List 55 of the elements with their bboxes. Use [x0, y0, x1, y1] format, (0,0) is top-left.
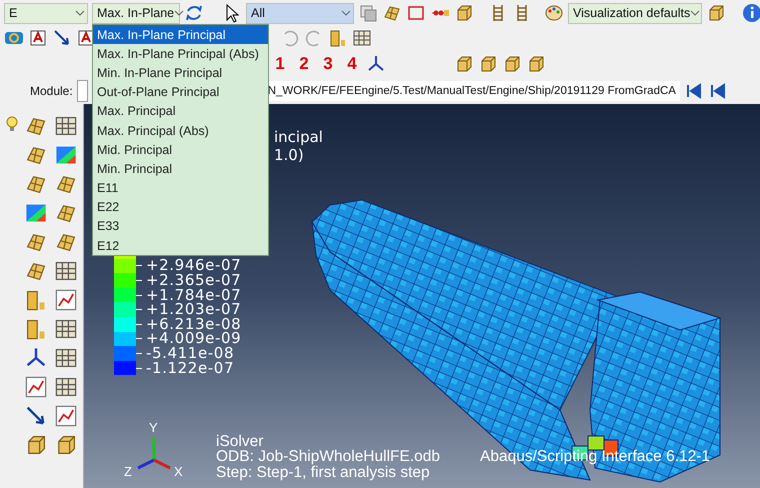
menu-item[interactable]: Max. Principal (Abs): [93, 120, 268, 140]
menu-item[interactable]: E11: [93, 178, 268, 198]
module-spinner[interactable]: [76, 80, 88, 102]
view-number[interactable]: 2: [294, 54, 314, 74]
dropdown-caret-icon: [174, 8, 184, 18]
grid-icon[interactable]: [54, 259, 78, 283]
menu-item[interactable]: E33: [93, 216, 268, 236]
view-number[interactable]: 4: [342, 54, 362, 74]
legend-value: +1.203e-07: [146, 302, 242, 318]
legend-value: +1.784e-07: [146, 288, 242, 303]
selection-combo[interactable]: All: [246, 2, 354, 24]
menu-item[interactable]: Min. In-Plane Principal: [93, 63, 268, 83]
axis-triad-drawing: Y Z X: [116, 420, 192, 480]
menu-item[interactable]: E12: [93, 236, 268, 256]
grid-icon[interactable]: [54, 114, 78, 138]
menu-item[interactable]: Min. Principal: [93, 159, 268, 178]
palette-icon[interactable]: [544, 3, 564, 23]
dropdown-caret-icon: [75, 8, 85, 18]
dropdown-caret-icon: [690, 8, 700, 18]
path-field: N_WORK/FE/FEEngine/5.Test/ManualTest/Engine/Ship/20191129 FromGradCA: [268, 81, 680, 101]
grid-icon[interactable]: [54, 375, 78, 399]
module-label: Module:: [30, 84, 73, 98]
chart-icon[interactable]: [54, 404, 78, 428]
arrow-icon[interactable]: [52, 28, 72, 48]
legend-value: +4.009e-09: [146, 331, 242, 346]
legend-title: incipal: [274, 128, 323, 146]
info-line: Step: Step-1, first analysis step: [216, 464, 430, 480]
legend-title: 1.0): [274, 146, 304, 164]
credit-text: Abaqus/Scripting Interface 6.12-1: [480, 449, 710, 464]
menu-item[interactable]: Max. Principal: [93, 102, 268, 121]
sync-icon[interactable]: [184, 3, 204, 23]
info-line: iSolver: [216, 434, 264, 449]
menu-item[interactable]: Out-of-Plane Principal: [93, 82, 268, 102]
grid-icon[interactable]: [54, 317, 78, 341]
grid-icon[interactable]: [54, 346, 78, 370]
grid-icon[interactable]: [352, 28, 372, 48]
legend-value: -1.122e-07: [146, 360, 234, 376]
view-number[interactable]: 3: [318, 54, 338, 74]
copy-icon[interactable]: [358, 3, 378, 23]
legend-value: +2.946e-07: [146, 258, 242, 274]
field-combo[interactable]: E: [4, 2, 88, 24]
style-combo[interactable]: Visualization defaults: [568, 2, 702, 24]
chart-icon[interactable]: [24, 375, 48, 399]
info-line: ODB: Job-ShipWholeHullFE.odb: [216, 449, 440, 464]
dropdown-caret-icon: [341, 8, 351, 18]
view-number[interactable]: 1: [270, 54, 290, 74]
info-icon[interactable]: [742, 3, 760, 23]
legend-value: +2.365e-07: [146, 272, 242, 288]
legend-value: -5.411e-08: [146, 346, 234, 361]
menu-item[interactable]: Mid. Principal: [93, 140, 268, 160]
menu-item[interactable]: Max. In-Plane Principal: [93, 25, 268, 44]
menu-item[interactable]: Max. In-Plane Principal (Abs): [93, 44, 268, 64]
chart-icon[interactable]: [54, 288, 78, 312]
legend-value: +6.213e-08: [146, 316, 242, 332]
menu-item[interactable]: E22: [93, 198, 268, 217]
